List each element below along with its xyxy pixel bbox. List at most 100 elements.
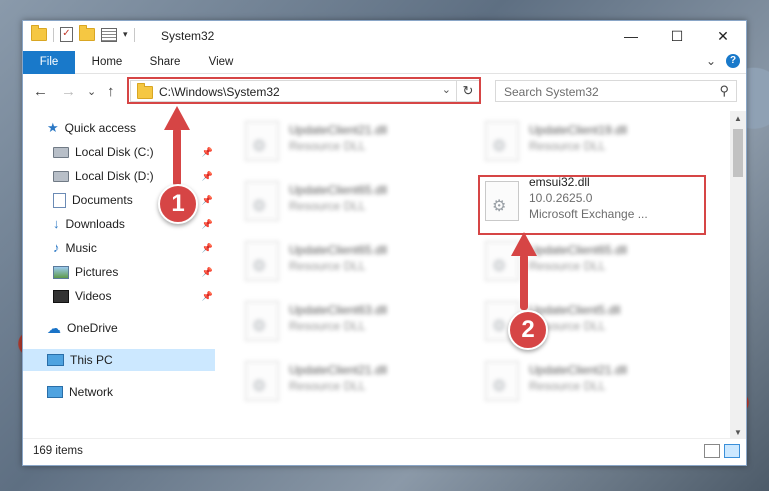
sidebar-item-pictures[interactable]: Pictures 📌 [53, 261, 213, 283]
sidebar-item-onedrive[interactable]: ☁ OneDrive [47, 317, 215, 339]
arrow-shaft [520, 254, 528, 310]
sidebar-item-local-disk-c[interactable]: Local Disk (C:) 📌 [53, 141, 213, 163]
status-bar: 169 items [23, 438, 746, 465]
list-item[interactable]: UpdateClient65.dll Resource DLL [239, 235, 464, 285]
sidebar-item-label: Network [69, 385, 114, 399]
sidebar-item-label: Local Disk (D:) [75, 169, 154, 183]
search-input[interactable]: Search System32 [504, 85, 599, 99]
list-item[interactable]: UpdateClient63.dll Resource DLL [239, 295, 464, 345]
list-item[interactable]: UpdateClient21.dll Resource DLL [479, 355, 704, 405]
tab-view[interactable]: View [199, 51, 243, 73]
file-type: Resource DLL [289, 379, 366, 393]
sidebar-item-label: Local Disk (C:) [75, 145, 154, 159]
step-badge: 1 [158, 184, 198, 224]
properties-icon[interactable] [101, 27, 117, 42]
folder-icon[interactable] [31, 25, 47, 41]
navigation-pane: ★ Quick access Local Disk (C:) 📌 Local D… [23, 111, 215, 441]
address-bar-highlight [127, 77, 481, 104]
search-icon[interactable]: ⚲ [719, 83, 729, 99]
pin-icon[interactable]: 📌 [202, 141, 213, 163]
dll-file-icon [245, 361, 279, 401]
caption-buttons: — ☐ ✕ [608, 21, 746, 51]
tab-home[interactable]: Home [83, 51, 131, 73]
file-highlight-box [478, 175, 706, 235]
tiles-view-icon[interactable] [724, 444, 740, 458]
search-box[interactable]: Search System32 ⚲ [495, 80, 737, 102]
scroll-up-icon[interactable]: ▲ [730, 111, 746, 127]
documents-icon [53, 192, 66, 208]
dll-file-icon [485, 361, 519, 401]
sidebar-item-label: Music [65, 241, 97, 255]
sidebar-item-local-disk-d[interactable]: Local Disk (D:) 📌 [53, 165, 213, 187]
arrow-up-icon [164, 106, 190, 130]
pin-icon[interactable]: 📌 [202, 261, 213, 283]
help-icon[interactable]: ? [726, 54, 740, 68]
sidebar-item-label: Quick access [64, 121, 137, 135]
list-item[interactable]: UpdateClient19.dll Resource DLL [479, 115, 704, 165]
file-explorer-window: ✓ ▾ System32 — ☐ ✕ File Home Share View … [22, 20, 747, 466]
dll-file-icon [245, 181, 279, 221]
dll-file-icon [245, 301, 279, 341]
sidebar-item-label: This PC [70, 353, 113, 367]
sidebar-item-this-pc[interactable]: This PC [23, 349, 215, 371]
up-arrow-icon[interactable]: ↑ [107, 83, 115, 100]
star-icon: ★ [47, 120, 59, 135]
file-name: UpdateClient19.dll [529, 123, 628, 137]
properties-check-icon[interactable]: ✓ [60, 27, 73, 42]
file-name: UpdateClient65.dll [529, 243, 628, 257]
pin-icon[interactable]: 📌 [202, 165, 213, 187]
file-type: Resource DLL [529, 379, 606, 393]
sidebar-item-label: Pictures [75, 265, 119, 279]
pin-icon[interactable]: 📌 [202, 285, 213, 307]
file-name: UpdateClient21.dll [289, 123, 388, 137]
file-type: Resource DLL [289, 139, 366, 153]
file-name: UpdateClient63.dll [289, 303, 388, 317]
file-list: UpdateClient21.dll Resource DLL UpdateCl… [215, 111, 728, 441]
pin-icon[interactable]: 📌 [202, 189, 213, 211]
sidebar-item-music[interactable]: ♪ Music 📌 [53, 237, 213, 259]
separator [133, 27, 135, 42]
file-type: Resource DLL [289, 259, 366, 273]
list-item[interactable]: UpdateClient21.dll Resource DLL [239, 115, 464, 165]
drive-icon [53, 146, 69, 158]
recent-locations-chevron-icon[interactable]: ⌄ [87, 85, 96, 98]
file-name: UpdateClient65.dll [289, 183, 388, 197]
view-toggle [704, 444, 740, 458]
title-bar: ✓ ▾ System32 — ☐ ✕ [23, 21, 746, 51]
file-type: Resource DLL [289, 199, 366, 213]
new-folder-icon[interactable] [79, 25, 95, 41]
maximize-button[interactable]: ☐ [654, 21, 700, 51]
expand-ribbon-chevron-icon[interactable]: ⌄ [706, 54, 716, 68]
file-name: UpdateClient21.dll [289, 363, 388, 377]
pin-icon[interactable]: 📌 [202, 237, 213, 259]
window-title: System32 [161, 29, 215, 43]
sidebar-item-network[interactable]: Network [47, 381, 215, 403]
sidebar-item-label: Documents [72, 193, 133, 207]
details-view-icon[interactable] [704, 444, 720, 458]
scrollbar-thumb[interactable] [733, 129, 743, 177]
customize-toolbar-chevron-icon[interactable]: ▾ [123, 29, 128, 40]
pin-icon[interactable]: 📌 [202, 213, 213, 235]
tab-share[interactable]: Share [141, 51, 189, 73]
downloads-icon: ↓ [53, 216, 60, 231]
videos-icon [53, 289, 69, 303]
file-type: Resource DLL [289, 319, 366, 333]
vertical-scrollbar[interactable]: ▲ ▼ [730, 111, 746, 441]
forward-arrow-icon[interactable]: → [61, 83, 76, 100]
sidebar-item-label: Downloads [65, 217, 125, 231]
close-button[interactable]: ✕ [700, 21, 746, 51]
list-item[interactable]: UpdateClient65.dll Resource DLL [239, 175, 464, 225]
back-arrow-icon[interactable]: ← [33, 83, 48, 100]
separator [53, 27, 54, 42]
sidebar-item-videos[interactable]: Videos 📌 [53, 285, 213, 307]
network-icon [47, 386, 63, 398]
file-name: UpdateClient21.dll [529, 363, 628, 377]
dll-file-icon [245, 121, 279, 161]
file-name: UpdateClient5.dll [529, 303, 621, 317]
arrow-up-icon [511, 232, 537, 256]
ribbon-right-controls: ⌄ ? [706, 54, 740, 68]
minimize-button[interactable]: — [608, 21, 654, 51]
arrow-shaft [173, 128, 181, 186]
list-item[interactable]: UpdateClient21.dll Resource DLL [239, 355, 464, 405]
ribbon-tabs: File Home Share View ⌄ ? [23, 51, 746, 101]
